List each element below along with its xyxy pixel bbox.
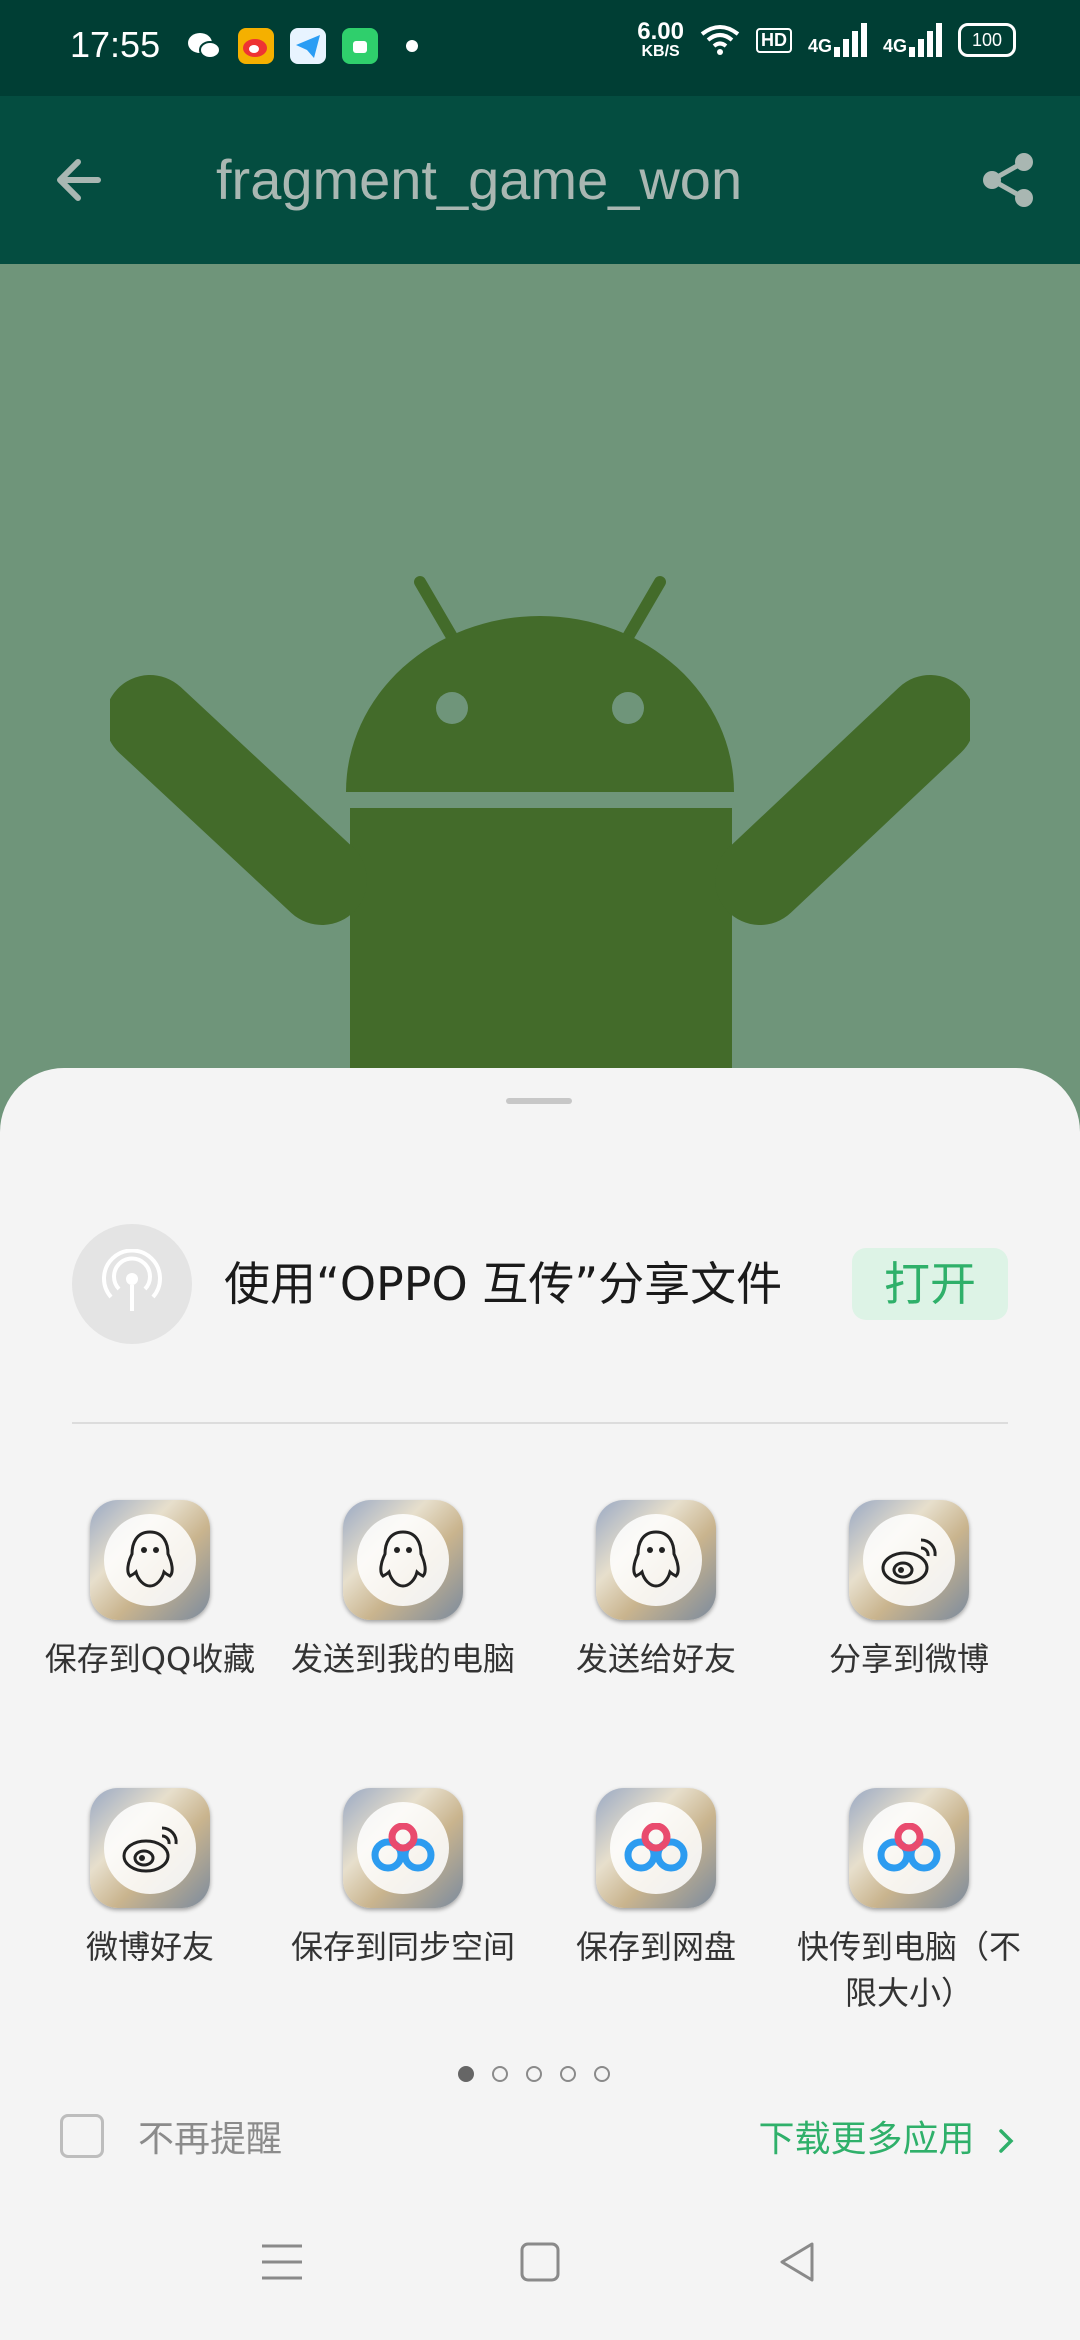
share-target-weibo[interactable]: 分享到微博 [783,1500,1035,1682]
page-indicator [458,2066,610,2082]
dont-remind-checkbox[interactable] [60,2114,104,2158]
dot-icon [394,28,430,64]
wechat-icon [186,28,222,64]
page-dot-active[interactable] [458,2066,474,2082]
share-target-sync-space[interactable]: 保存到同步空间 [277,1788,529,1970]
back-button[interactable] [48,144,120,216]
share-target-label: 发送到我的电脑 [290,1640,515,1678]
baidu-cloud-icon [596,1788,716,1908]
share-target-qq-favorites[interactable]: 保存到QQ收藏 [24,1500,276,1682]
weibo-icon [849,1500,969,1620]
download-more-apps-link[interactable]: 下载更多应用 [759,2098,1020,2182]
android-app-icon [342,28,378,64]
open-oppo-share-button[interactable]: 打开 [852,1248,1008,1320]
qq-icon [596,1500,716,1620]
oppo-share-icon [72,1224,192,1344]
oppo-share-row: 使用“OPPO 互传”分享文件 打开 [72,1224,1008,1344]
dont-remind-label[interactable]: 不再提醒 [138,2098,282,2182]
sheet-footer: 不再提醒 下载更多应用 [60,2098,1020,2182]
share-target-quick-transfer[interactable]: 快传到电脑（不限大小） [783,1788,1035,2016]
share-target-label: 发送给好友 [575,1640,736,1678]
share-target-label: 保存到QQ收藏 [44,1640,256,1678]
share-sheet: 使用“OPPO 互传”分享文件 打开 保存到QQ收藏 发送到我的电脑 发送给好友 [0,1068,1080,2340]
weibo-icon [90,1788,210,1908]
page-title: fragment_game_won [216,148,743,211]
chevron-right-icon [999,2129,1014,2153]
share-target-label: 分享到微博 [828,1640,989,1678]
signal-1: 4G [808,23,867,57]
weibo-icon [238,28,274,64]
home-icon[interactable] [512,2234,568,2290]
battery-indicator: 100 [958,23,1016,57]
share-target-my-computer[interactable]: 发送到我的电脑 [277,1500,529,1682]
notification-icons [186,28,430,64]
baidu-cloud-icon [849,1788,969,1908]
signal-2: 4G [883,23,942,57]
share-target-label: 快传到电脑（不限大小） [796,1928,1021,2012]
status-time: 17:55 [70,24,161,65]
share-target-label: 保存到网盘 [575,1928,736,1966]
share-target-weibo-friend[interactable]: 微博好友 [24,1788,276,1970]
oppo-share-text: 使用“OPPO 互传”分享文件 [224,1257,783,1311]
net-speed: 6.00 KB/S [637,18,684,60]
sheet-drag-handle[interactable] [506,1098,572,1104]
system-nav-bar [0,2184,1080,2340]
hd-badge: HD [755,27,792,53]
share-target-netdisk[interactable]: 保存到网盘 [530,1788,782,1970]
qq-icon [343,1500,463,1620]
status-bar: 17:55 6.00 KB/S HD 4G 4G 100 [0,0,1080,96]
arrow-left-icon [57,159,101,201]
page-dot[interactable] [526,2066,542,2082]
qq-icon [90,1500,210,1620]
wifi-icon [700,25,740,55]
page-dot[interactable] [560,2066,576,2082]
baidu-cloud-icon [343,1788,463,1908]
app-bar: fragment_game_won [0,96,1080,264]
status-right: 6.00 KB/S HD 4G 4G 100 [637,20,1016,60]
share-target-friend[interactable]: 发送给好友 [530,1500,782,1682]
page-dot[interactable] [492,2066,508,2082]
share-target-label: 保存到同步空间 [290,1928,515,1966]
android-won-illustration [110,576,970,1080]
telegram-icon [290,28,326,64]
divider [72,1422,1008,1424]
menu-icon[interactable] [254,2234,310,2290]
back-triangle-icon[interactable] [770,2234,826,2290]
page-dot[interactable] [594,2066,610,2082]
share-icon [983,153,1033,207]
share-button[interactable] [972,144,1044,216]
share-target-label: 微博好友 [85,1928,214,1966]
